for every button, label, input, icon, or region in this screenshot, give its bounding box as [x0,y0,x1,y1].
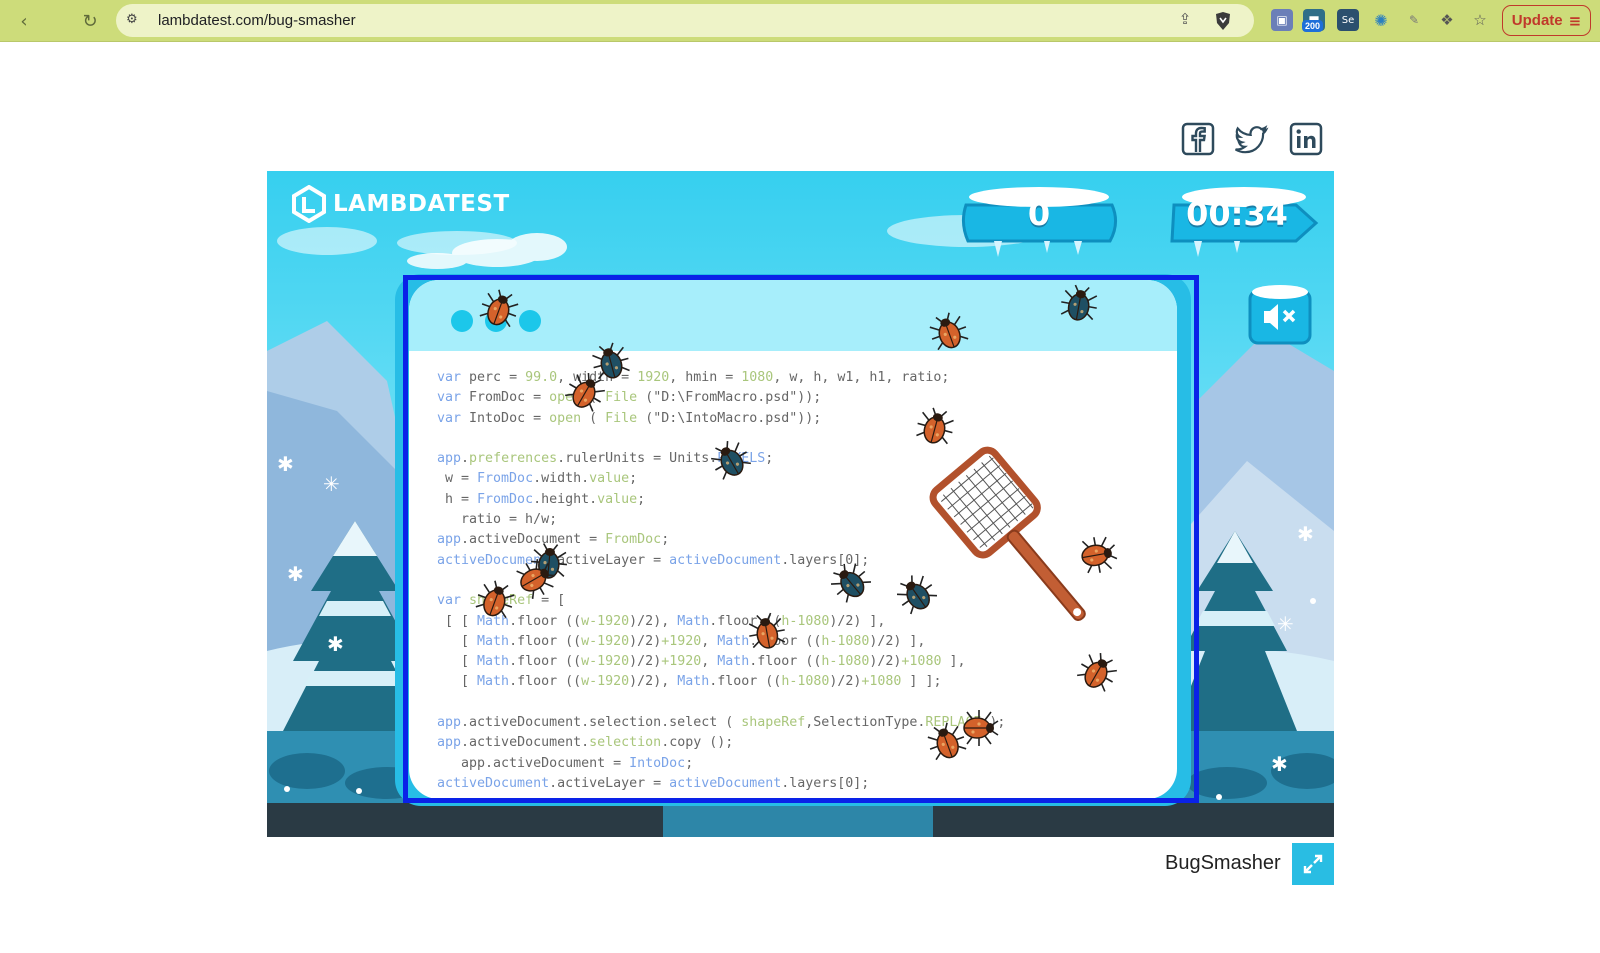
timer-panel: 00:34 [1164,183,1324,257]
brave-shield-icon[interactable] [1212,10,1234,32]
svg-text:✱: ✱ [1271,752,1288,776]
svg-text:✱: ✱ [287,562,304,586]
code-line: ratio = h/w; [437,512,558,528]
bookmark-star-icon[interactable]: ☆ [1469,9,1491,31]
game-title: BugSmasher [1165,852,1281,874]
code-line: [ Math.floor ((w-1920)/2)+1920, Math.flo… [437,633,926,649]
svg-text:✱: ✱ [327,632,344,656]
bug-target[interactable] [1072,530,1123,581]
svg-text:✳: ✳ [323,472,340,496]
reload-icon[interactable]: ↻ [78,9,102,33]
puzzle-icon[interactable]: ❖ [1436,9,1458,31]
share-icon[interactable]: ⇪ [1174,10,1196,32]
update-label: Update [1511,12,1563,29]
logo-text: LAMBDATEST [333,191,510,217]
score-value: 0 [1027,195,1051,233]
code-line: app.activeDocument = IntoDoc; [437,755,694,771]
code-line: [ Math.floor ((w-1920)/2), Math.floor ((… [437,674,942,690]
expand-icon [1303,854,1323,874]
code-line: var perc = 99.0, width = 1920, hmin = 10… [437,370,950,385]
score-panel: 0 [954,183,1124,257]
timer-value: 00:34 [1186,195,1288,233]
update-button[interactable]: Update ≡ [1502,5,1591,36]
pen-icon[interactable]: ✎ [1403,9,1425,31]
menu-icon: ≡ [1568,11,1582,30]
address-bar[interactable]: ⚙ lambdatest.com/bug-smasher ⇪ [116,4,1254,37]
svg-text:✱: ✱ [277,452,294,476]
extension-badge: 200 [1302,20,1324,32]
bug-target[interactable] [1054,280,1105,331]
bug-target[interactable] [742,608,793,659]
url-text[interactable]: lambdatest.com/bug-smasher [158,12,356,29]
code-line: app.activeDocument = FromDoc; [437,532,670,548]
code-line: app.activeDocument.selection.copy (); [437,735,734,751]
linkedin-icon[interactable] [1289,122,1323,156]
mute-button[interactable] [1248,283,1312,347]
back-icon[interactable]: ‹ [12,9,36,33]
lambdatest-logo: LAMBDATEST [291,185,510,223]
window-dot-1 [451,310,473,332]
lambdatest-logo-icon [292,185,326,223]
svg-text:✳: ✳ [1277,612,1294,636]
window-dot-3 [519,310,541,332]
fullscreen-button[interactable] [1292,843,1334,885]
facebook-icon[interactable] [1181,122,1215,156]
code-line: [ Math.floor ((w-1920)/2)+1920, Math.flo… [437,654,966,670]
game-canvas[interactable]: ✱✳✱ ✱✱✳ ✱✱ LAMBDATEST 0 00:34 [267,171,1334,837]
svg-text:✱: ✱ [1297,522,1314,546]
site-settings-icon[interactable]: ⚙ [126,12,144,30]
code-line: h = FromDoc.height.value; [437,491,646,507]
code-line: activeDocument.activeLayer = activeDocum… [437,775,870,791]
twitter-icon[interactable] [1235,122,1269,156]
selenium-ide-icon[interactable]: Se [1337,9,1359,31]
browser-toolbar: ‹ ↻ ⚙ lambdatest.com/bug-smasher ⇪ ▣ ■ 2… [0,0,1600,42]
wappalyzer-icon[interactable]: ▣ [1271,9,1293,31]
openai-icon[interactable]: ✺ [1370,9,1392,31]
